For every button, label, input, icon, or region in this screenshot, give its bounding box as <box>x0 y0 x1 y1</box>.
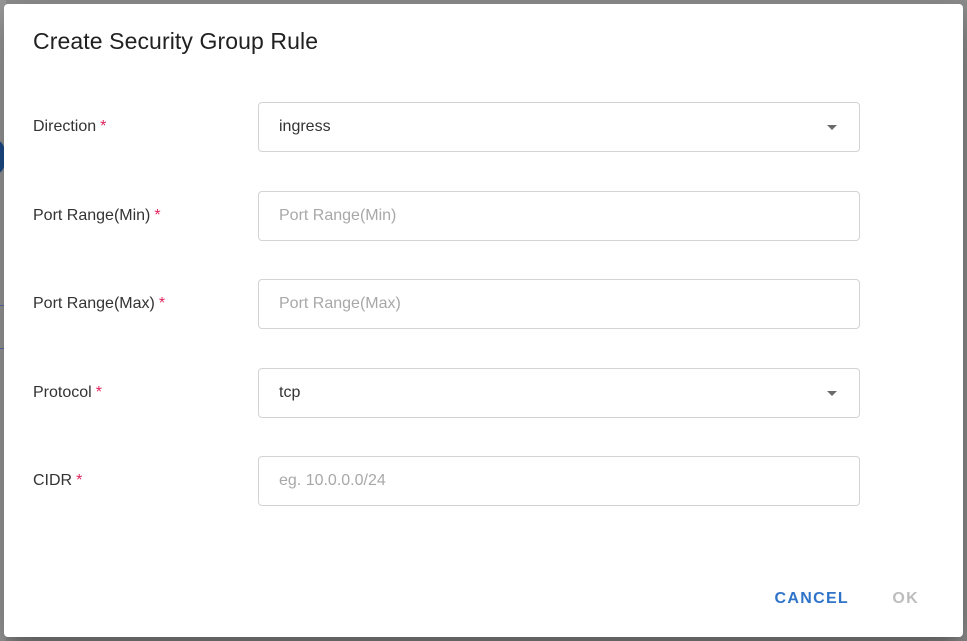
direction-select-value: ingress <box>279 118 331 135</box>
port-range-max-input[interactable] <box>259 280 859 328</box>
port-range-max-field <box>258 279 860 329</box>
protocol-select[interactable]: tcp <box>258 368 860 418</box>
chevron-down-icon[interactable] <box>827 125 837 130</box>
direction-label: Direction * <box>33 118 107 135</box>
required-star: * <box>154 207 161 224</box>
port-range-min-field <box>258 191 860 241</box>
direction-select[interactable]: ingress <box>258 102 860 152</box>
port-range-min-input[interactable] <box>259 192 859 240</box>
cidr-field <box>258 456 860 506</box>
required-star: * <box>95 384 102 401</box>
protocol-label: Protocol * <box>33 384 102 401</box>
cancel-button[interactable]: CANCEL <box>767 581 857 617</box>
dialog-title: Create Security Group Rule <box>33 28 319 54</box>
required-star: * <box>158 295 166 312</box>
form-row-protocol: Protocol * tcp <box>33 368 861 418</box>
dialog-actions: CANCEL OK <box>663 567 963 637</box>
form-row-port-range-min: Port Range(Min) * <box>33 191 861 241</box>
chevron-down-icon[interactable] <box>827 391 837 396</box>
port-range-min-label: Port Range(Min) * <box>33 207 161 224</box>
form-row-cidr: CIDR * <box>33 456 861 506</box>
create-security-group-rule-dialog: Create Security Group Rule Direction * in… <box>4 4 963 637</box>
form-row-direction: Direction * ingress <box>33 102 861 152</box>
form-row-port-range-max: Port Range(Max) * <box>33 279 861 329</box>
ok-button[interactable]: OK <box>884 581 927 617</box>
cidr-label: CIDR * <box>33 472 83 489</box>
required-star: * <box>76 472 83 489</box>
cidr-input[interactable] <box>259 457 859 505</box>
required-star: * <box>100 118 107 135</box>
port-range-max-label: Port Range(Max) * <box>33 295 166 312</box>
protocol-select-value: tcp <box>279 384 301 401</box>
